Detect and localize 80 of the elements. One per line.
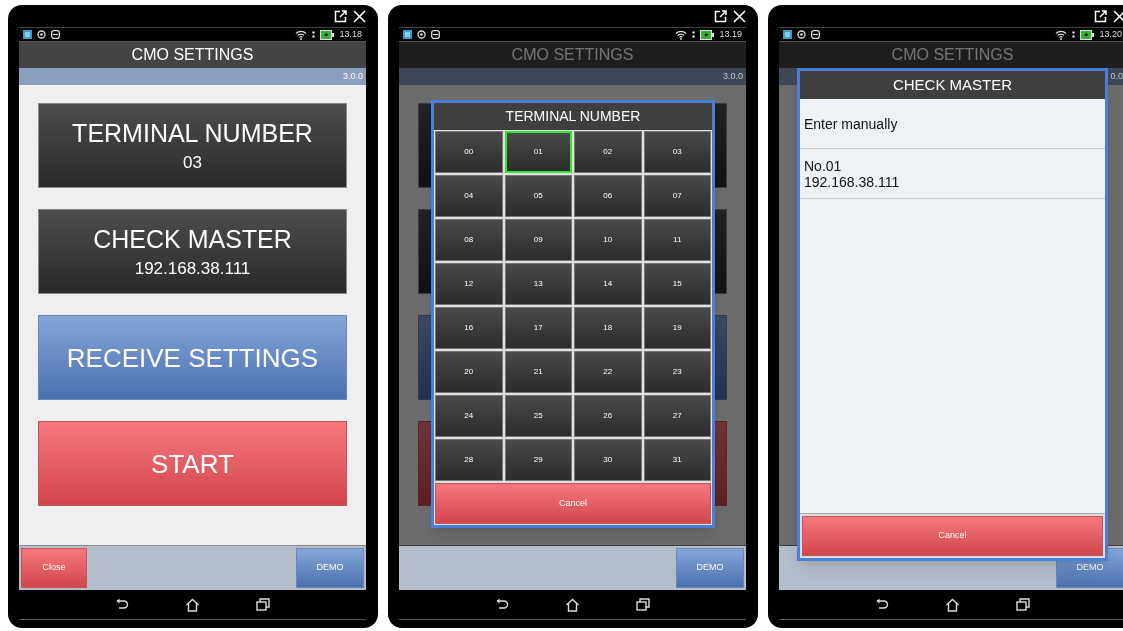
setting-button[interactable]: CHECK MASTER 192.168.38.111 bbox=[38, 209, 347, 294]
close-icon bbox=[1113, 9, 1123, 23]
external-window-icon bbox=[1094, 9, 1107, 23]
notification-icon bbox=[811, 30, 820, 39]
dots-icon bbox=[692, 30, 696, 39]
notification-icon bbox=[431, 30, 440, 39]
number-button[interactable]: 21 bbox=[504, 351, 572, 393]
eye-icon bbox=[417, 30, 426, 39]
version-label: 0.0 bbox=[1110, 69, 1123, 83]
app-icon bbox=[403, 30, 412, 39]
battery-icon bbox=[320, 29, 335, 40]
back-icon bbox=[875, 598, 889, 611]
external-window-icon bbox=[714, 9, 727, 23]
battery-icon bbox=[700, 29, 715, 40]
app-icon bbox=[783, 30, 792, 39]
recent-apps-icon bbox=[1016, 598, 1030, 611]
number-button[interactable]: 14 bbox=[574, 263, 642, 305]
setting-button[interactable]: TERMINAL NUMBER 03 bbox=[38, 103, 347, 188]
number-button[interactable]: 24 bbox=[435, 395, 503, 437]
eye-icon bbox=[797, 30, 806, 39]
external-window-icon bbox=[334, 9, 347, 23]
number-button[interactable]: 27 bbox=[643, 395, 711, 437]
number-button[interactable]: 22 bbox=[574, 351, 642, 393]
number-button[interactable]: 19 bbox=[643, 307, 711, 349]
version-label: 3.0.0 bbox=[342, 69, 363, 83]
notification-icon bbox=[51, 30, 60, 39]
number-button[interactable]: 13 bbox=[504, 263, 572, 305]
number-button[interactable]: 11 bbox=[643, 219, 711, 261]
status-time: 13.19 bbox=[719, 30, 742, 39]
dialog-title: CHECK MASTER bbox=[892, 74, 1013, 95]
number-button[interactable]: 15 bbox=[643, 263, 711, 305]
number-button[interactable]: 18 bbox=[574, 307, 642, 349]
dots-icon bbox=[312, 30, 316, 39]
number-button[interactable]: 12 bbox=[435, 263, 503, 305]
number-button[interactable]: 10 bbox=[574, 219, 642, 261]
number-button[interactable]: 16 bbox=[435, 307, 503, 349]
battery-icon bbox=[1080, 29, 1095, 40]
back-icon bbox=[495, 598, 509, 611]
home-icon bbox=[565, 597, 580, 612]
number-button[interactable]: 29 bbox=[504, 439, 572, 481]
number-button[interactable]: 06 bbox=[574, 175, 642, 217]
number-button[interactable]: 17 bbox=[504, 307, 572, 349]
number-button[interactable]: 07 bbox=[643, 175, 711, 217]
number-button[interactable]: 31 bbox=[643, 439, 711, 481]
list-item[interactable]: Enter manually bbox=[800, 99, 1105, 149]
screen-title: CMO SETTINGS bbox=[511, 45, 634, 65]
number-button[interactable]: 04 bbox=[435, 175, 503, 217]
screen-title: CMO SETTINGS bbox=[131, 45, 254, 65]
wifi-icon bbox=[295, 29, 308, 40]
eye-icon bbox=[37, 30, 46, 39]
number-button[interactable]: 23 bbox=[643, 351, 711, 393]
number-button[interactable]: 25 bbox=[504, 395, 572, 437]
wifi-icon bbox=[675, 29, 688, 40]
number-button[interactable]: 08 bbox=[435, 219, 503, 261]
number-button[interactable]: 00 bbox=[435, 131, 503, 173]
version-label: 3.0.0 bbox=[722, 69, 743, 83]
number-button[interactable]: 03 bbox=[643, 131, 711, 173]
number-button[interactable]: 02 bbox=[574, 131, 642, 173]
screen-title: CMO SETTINGS bbox=[891, 45, 1014, 65]
status-time: 13.20 bbox=[1099, 30, 1122, 39]
wifi-icon bbox=[1055, 29, 1068, 40]
close-icon bbox=[733, 9, 746, 23]
number-button[interactable]: 01 bbox=[504, 131, 572, 173]
home-icon bbox=[185, 597, 200, 612]
number-button[interactable]: 28 bbox=[435, 439, 503, 481]
number-button[interactable]: 09 bbox=[504, 219, 572, 261]
back-icon bbox=[115, 598, 129, 611]
number-button[interactable]: 30 bbox=[574, 439, 642, 481]
recent-apps-icon bbox=[256, 598, 270, 611]
close-icon bbox=[353, 9, 366, 23]
app-icon bbox=[23, 30, 32, 39]
status-time: 13.18 bbox=[339, 30, 362, 39]
number-button[interactable]: 05 bbox=[504, 175, 572, 217]
recent-apps-icon bbox=[636, 598, 650, 611]
list-item[interactable]: No.01 192.168.38.111 bbox=[800, 149, 1105, 199]
dots-icon bbox=[1072, 30, 1076, 39]
dialog-title: TERMINAL NUMBER bbox=[505, 107, 641, 126]
number-button[interactable]: 26 bbox=[574, 395, 642, 437]
home-icon bbox=[945, 597, 960, 612]
number-button[interactable]: 20 bbox=[435, 351, 503, 393]
